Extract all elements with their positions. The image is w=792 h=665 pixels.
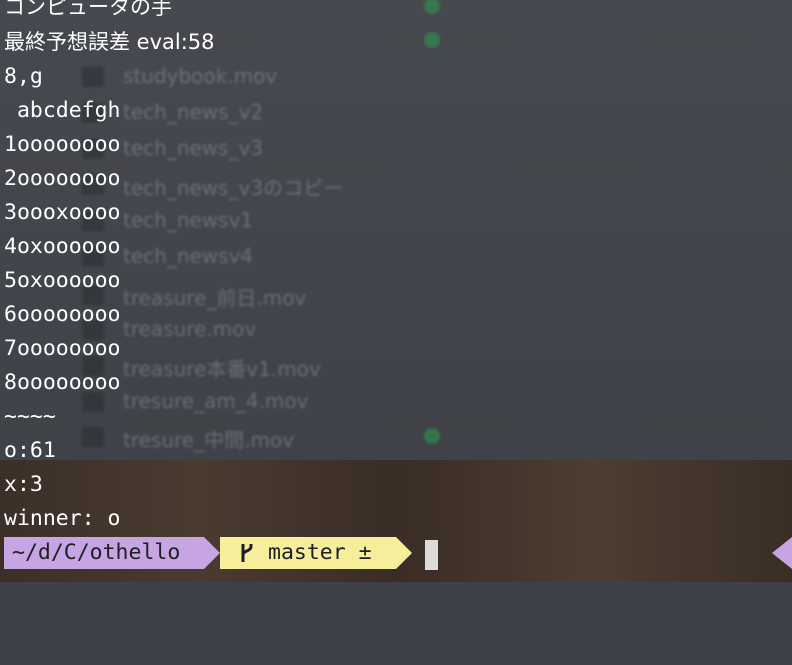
output-line-move: 8,g [4, 64, 43, 89]
board-row-8: 8oooooooo [4, 370, 121, 395]
board-divider: ~~~~ [4, 404, 56, 429]
board-row-2: 2oooooooo [4, 166, 121, 191]
prompt-git-segment: master ± [220, 537, 396, 569]
score-x: x:3 [4, 472, 43, 497]
board-row-4: 4oxoooooo [4, 234, 121, 259]
prompt-end-arrow [396, 537, 412, 569]
winner-line: winner: o [4, 506, 121, 531]
output-line-eval: 最終予想誤差 eval:58 [4, 30, 215, 54]
prompt-separator-arrow [204, 537, 220, 569]
score-o: o:61 [4, 438, 56, 463]
right-prompt-arrow [772, 537, 792, 569]
text-cursor[interactable] [425, 540, 438, 570]
output-line-computer-move: コンピュータの手 [4, 0, 172, 19]
board-row-6: 6oooooooo [4, 302, 121, 327]
git-branch-icon [241, 544, 253, 562]
board-row-3: 3oooxoooo [4, 200, 121, 225]
board-row-5: 5oxoooooo [4, 268, 121, 293]
terminal-output[interactable]: コンピュータの手 最終予想誤差 eval:58 8,g abcdefgh 1oo… [0, 0, 792, 582]
git-branch-name: master ± [268, 540, 372, 565]
board-row-7: 7oooooooo [4, 336, 121, 361]
shell-prompt: ~/d/C/othello master ± [0, 537, 792, 571]
board-column-header: abcdefgh [4, 98, 121, 123]
prompt-directory-segment: ~/d/C/othello [4, 537, 204, 569]
board-row-1: 1oooooooo [4, 132, 121, 157]
